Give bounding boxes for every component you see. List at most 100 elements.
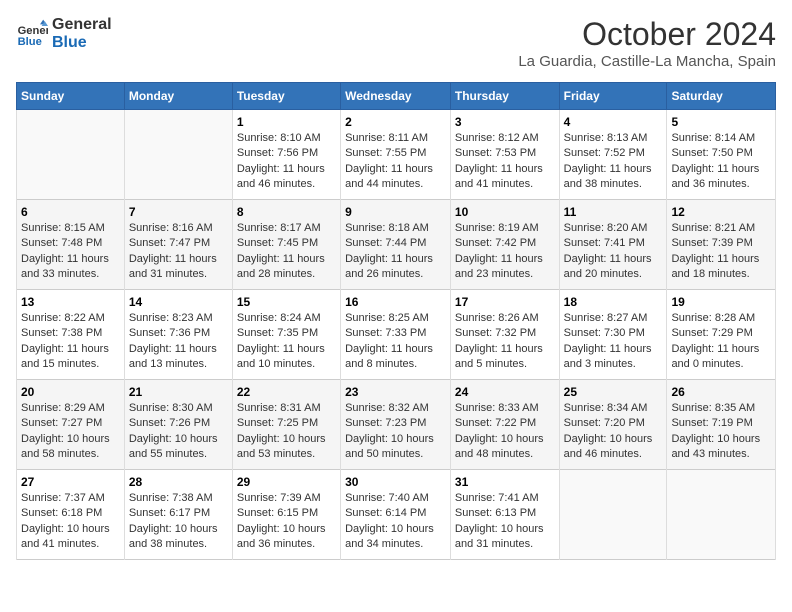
day-number: 6 bbox=[21, 205, 120, 219]
day-info: Sunrise: 8:21 AM Sunset: 7:39 PM Dayligh… bbox=[671, 221, 771, 283]
calendar-week-row: 1 Sunrise: 8:10 AM Sunset: 7:56 PM Daylig… bbox=[17, 110, 776, 200]
calendar-header-row: SundayMondayTuesdayWednesdayThursdayFrid… bbox=[17, 83, 776, 110]
calendar-cell: 29 Sunrise: 7:39 AM Sunset: 6:15 PM Dayli… bbox=[232, 470, 340, 560]
day-number: 14 bbox=[129, 295, 228, 309]
day-info: Sunrise: 7:37 AM Sunset: 6:18 PM Dayligh… bbox=[21, 491, 120, 553]
calendar-cell: 20Sunrise: 8:29 AM Sunset: 7:27 PM Dayli… bbox=[17, 380, 125, 470]
day-number: 7 bbox=[129, 205, 228, 219]
day-info: Sunrise: 8:35 AM Sunset: 7:19 PM Dayligh… bbox=[671, 401, 771, 463]
day-number: 31 bbox=[455, 475, 555, 489]
day-number: 21 bbox=[129, 385, 228, 399]
day-info: Sunrise: 8:14 AM Sunset: 7:50 PM Dayligh… bbox=[671, 131, 771, 193]
calendar-week-row: 27 Sunrise: 7:37 AM Sunset: 6:18 PM Dayli… bbox=[17, 470, 776, 560]
day-number: 10 bbox=[455, 205, 555, 219]
day-header-saturday: Saturday bbox=[667, 83, 776, 110]
day-number: 15 bbox=[237, 295, 336, 309]
calendar-cell: 25 Sunrise: 8:34 AM Sunset: 7:20 PM Dayli… bbox=[559, 380, 667, 470]
calendar-cell: 12 Sunrise: 8:21 AM Sunset: 7:39 PM Dayli… bbox=[667, 200, 776, 290]
day-number: 23 bbox=[345, 385, 446, 399]
day-number: 9 bbox=[345, 205, 446, 219]
location: La Guardia, Castille-La Mancha, Spain bbox=[518, 53, 776, 70]
day-number: 8 bbox=[237, 205, 336, 219]
day-info: Sunrise: 8:23 AM Sunset: 7:36 PM Dayligh… bbox=[129, 311, 228, 373]
day-info: Sunrise: 7:40 AM Sunset: 6:14 PM Dayligh… bbox=[345, 491, 446, 553]
calendar-cell: 4 Sunrise: 8:13 AM Sunset: 7:52 PM Daylig… bbox=[559, 110, 667, 200]
day-info: Sunrise: 8:22 AM Sunset: 7:38 PM Dayligh… bbox=[21, 311, 120, 373]
day-number: 29 bbox=[237, 475, 336, 489]
day-info: Sunrise: 8:13 AM Sunset: 7:52 PM Dayligh… bbox=[564, 131, 663, 193]
calendar-cell: 31Sunrise: 7:41 AM Sunset: 6:13 PM Dayli… bbox=[450, 470, 559, 560]
day-info: Sunrise: 8:30 AM Sunset: 7:26 PM Dayligh… bbox=[129, 401, 228, 463]
day-number: 26 bbox=[671, 385, 771, 399]
day-info: Sunrise: 8:15 AM Sunset: 7:48 PM Dayligh… bbox=[21, 221, 120, 283]
day-header-wednesday: Wednesday bbox=[341, 83, 451, 110]
calendar-table: SundayMondayTuesdayWednesdayThursdayFrid… bbox=[16, 82, 776, 560]
day-info: Sunrise: 8:33 AM Sunset: 7:22 PM Dayligh… bbox=[455, 401, 555, 463]
calendar-cell: 16 Sunrise: 8:25 AM Sunset: 7:33 PM Dayli… bbox=[341, 290, 451, 380]
day-info: Sunrise: 7:39 AM Sunset: 6:15 PM Dayligh… bbox=[237, 491, 336, 553]
day-header-friday: Friday bbox=[559, 83, 667, 110]
day-number: 4 bbox=[564, 115, 663, 129]
day-number: 16 bbox=[345, 295, 446, 309]
day-info: Sunrise: 8:12 AM Sunset: 7:53 PM Dayligh… bbox=[455, 131, 555, 193]
title-block: October 2024 La Guardia, Castille-La Man… bbox=[518, 16, 776, 70]
month-year: October 2024 bbox=[518, 16, 776, 53]
day-info: Sunrise: 8:31 AM Sunset: 7:25 PM Dayligh… bbox=[237, 401, 336, 463]
svg-text:Blue: Blue bbox=[18, 36, 42, 48]
calendar-cell: 19 Sunrise: 8:28 AM Sunset: 7:29 PM Dayli… bbox=[667, 290, 776, 380]
calendar-cell bbox=[124, 110, 232, 200]
calendar-cell: 14 Sunrise: 8:23 AM Sunset: 7:36 PM Dayli… bbox=[124, 290, 232, 380]
day-number: 11 bbox=[564, 205, 663, 219]
day-number: 13 bbox=[21, 295, 120, 309]
day-info: Sunrise: 8:25 AM Sunset: 7:33 PM Dayligh… bbox=[345, 311, 446, 373]
calendar-cell: 8 Sunrise: 8:17 AM Sunset: 7:45 PM Daylig… bbox=[232, 200, 340, 290]
day-header-tuesday: Tuesday bbox=[232, 83, 340, 110]
logo: General Blue General Blue bbox=[16, 16, 112, 52]
day-info: Sunrise: 8:19 AM Sunset: 7:42 PM Dayligh… bbox=[455, 221, 555, 283]
day-number: 17 bbox=[455, 295, 555, 309]
day-number: 2 bbox=[345, 115, 446, 129]
calendar-cell: 5 Sunrise: 8:14 AM Sunset: 7:50 PM Daylig… bbox=[667, 110, 776, 200]
day-info: Sunrise: 8:10 AM Sunset: 7:56 PM Dayligh… bbox=[237, 131, 336, 193]
day-number: 25 bbox=[564, 385, 663, 399]
calendar-cell: 11 Sunrise: 8:20 AM Sunset: 7:41 PM Dayli… bbox=[559, 200, 667, 290]
day-info: Sunrise: 8:11 AM Sunset: 7:55 PM Dayligh… bbox=[345, 131, 446, 193]
calendar-week-row: 20Sunrise: 8:29 AM Sunset: 7:27 PM Dayli… bbox=[17, 380, 776, 470]
day-number: 27 bbox=[21, 475, 120, 489]
calendar-cell: 1 Sunrise: 8:10 AM Sunset: 7:56 PM Daylig… bbox=[232, 110, 340, 200]
calendar-cell: 17 Sunrise: 8:26 AM Sunset: 7:32 PM Dayli… bbox=[450, 290, 559, 380]
calendar-week-row: 13 Sunrise: 8:22 AM Sunset: 7:38 PM Dayli… bbox=[17, 290, 776, 380]
calendar-cell: 15Sunrise: 8:24 AM Sunset: 7:35 PM Dayli… bbox=[232, 290, 340, 380]
calendar-cell: 2 Sunrise: 8:11 AM Sunset: 7:55 PM Daylig… bbox=[341, 110, 451, 200]
calendar-cell: 24 Sunrise: 8:33 AM Sunset: 7:22 PM Dayli… bbox=[450, 380, 559, 470]
day-info: Sunrise: 8:27 AM Sunset: 7:30 PM Dayligh… bbox=[564, 311, 663, 373]
calendar-cell: 28 Sunrise: 7:38 AM Sunset: 6:17 PM Dayli… bbox=[124, 470, 232, 560]
calendar-cell: 18Sunrise: 8:27 AM Sunset: 7:30 PM Dayli… bbox=[559, 290, 667, 380]
day-info: Sunrise: 8:29 AM Sunset: 7:27 PM Dayligh… bbox=[21, 401, 120, 463]
day-number: 1 bbox=[237, 115, 336, 129]
day-info: Sunrise: 8:34 AM Sunset: 7:20 PM Dayligh… bbox=[564, 401, 663, 463]
day-number: 24 bbox=[455, 385, 555, 399]
day-header-thursday: Thursday bbox=[450, 83, 559, 110]
day-header-sunday: Sunday bbox=[17, 83, 125, 110]
day-number: 30 bbox=[345, 475, 446, 489]
day-info: Sunrise: 8:20 AM Sunset: 7:41 PM Dayligh… bbox=[564, 221, 663, 283]
day-header-monday: Monday bbox=[124, 83, 232, 110]
day-info: Sunrise: 8:26 AM Sunset: 7:32 PM Dayligh… bbox=[455, 311, 555, 373]
day-info: Sunrise: 8:18 AM Sunset: 7:44 PM Dayligh… bbox=[345, 221, 446, 283]
page-header: General Blue General Blue October 2024 L… bbox=[16, 16, 776, 70]
day-number: 5 bbox=[671, 115, 771, 129]
day-number: 19 bbox=[671, 295, 771, 309]
logo-line1: General bbox=[52, 16, 112, 34]
calendar-cell: 9 Sunrise: 8:18 AM Sunset: 7:44 PM Daylig… bbox=[341, 200, 451, 290]
logo-line2: Blue bbox=[52, 34, 112, 52]
day-info: Sunrise: 8:17 AM Sunset: 7:45 PM Dayligh… bbox=[237, 221, 336, 283]
svg-text:General: General bbox=[18, 25, 48, 37]
day-info: Sunrise: 8:28 AM Sunset: 7:29 PM Dayligh… bbox=[671, 311, 771, 373]
calendar-cell: 6 Sunrise: 8:15 AM Sunset: 7:48 PM Daylig… bbox=[17, 200, 125, 290]
day-number: 12 bbox=[671, 205, 771, 219]
day-number: 28 bbox=[129, 475, 228, 489]
calendar-cell: 7Sunrise: 8:16 AM Sunset: 7:47 PM Daylig… bbox=[124, 200, 232, 290]
logo-icon: General Blue bbox=[16, 18, 48, 50]
day-info: Sunrise: 7:38 AM Sunset: 6:17 PM Dayligh… bbox=[129, 491, 228, 553]
